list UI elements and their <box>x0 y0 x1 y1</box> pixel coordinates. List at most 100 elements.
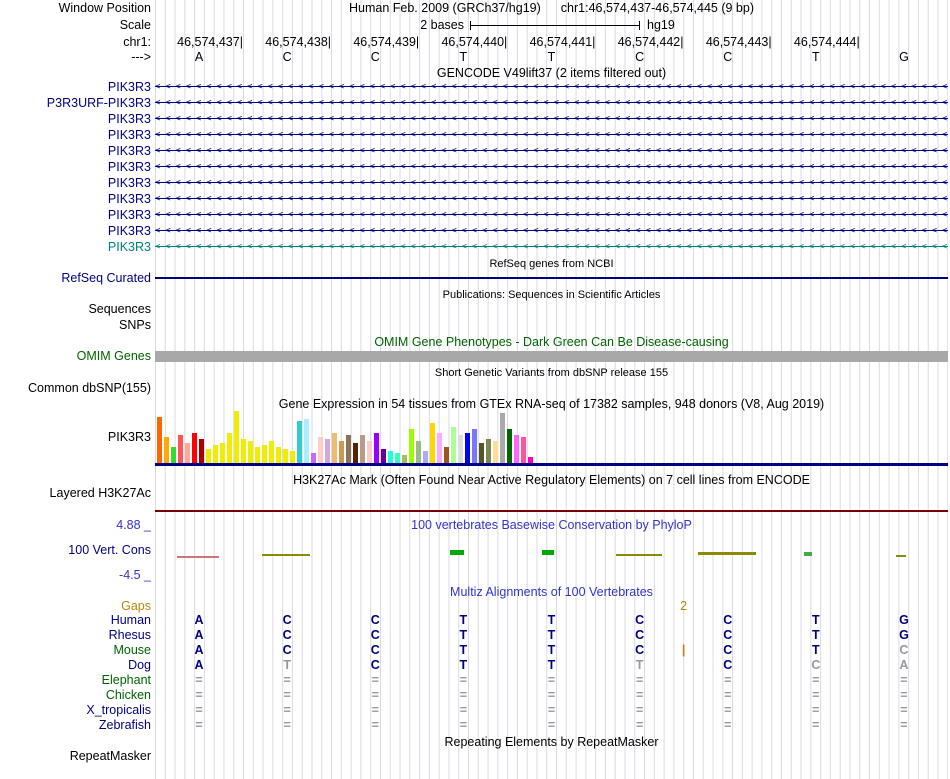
omim-title[interactable]: OMIM Gene Phenotypes - Dark Green Can Be… <box>155 335 948 349</box>
gtex-title[interactable]: Gene Expression in 54 tissues from GTEx … <box>155 397 948 411</box>
gtex-bar[interactable] <box>234 411 239 463</box>
gtex-bar[interactable] <box>528 457 533 463</box>
gtex-bar[interactable] <box>353 443 358 463</box>
gene-row-label[interactable]: PIK3R3 <box>0 224 151 238</box>
omim-genes-label[interactable]: OMIM Genes <box>0 349 151 363</box>
refseq-title[interactable]: RefSeq genes from NCBI <box>155 257 948 271</box>
gaps-label[interactable]: Gaps <box>0 599 151 613</box>
species-label[interactable]: Mouse <box>0 643 151 657</box>
gtex-bar[interactable] <box>437 433 442 463</box>
gtex-bar[interactable] <box>262 445 267 463</box>
gene-row-label[interactable]: PIK3R3 <box>0 176 151 190</box>
gene-row-label[interactable]: PIK3R3 <box>0 160 151 174</box>
gene-transcript[interactable]: <<<<<<<<<<<<<<<<<<<<<<<<<<<<<<<<<<<<<<<<… <box>155 96 948 110</box>
gtex-bar[interactable] <box>451 427 456 463</box>
gtex-bar[interactable] <box>248 441 253 463</box>
gtex-bar[interactable] <box>283 449 288 463</box>
gtex-bar[interactable] <box>367 441 372 463</box>
publications-title[interactable]: Publications: Sequences in Scientific Ar… <box>155 288 948 302</box>
omim-track-bar[interactable] <box>155 351 948 362</box>
refseq-track-line[interactable] <box>155 277 948 279</box>
gtex-bar[interactable] <box>255 447 260 463</box>
refseq-curated-label[interactable]: RefSeq Curated <box>0 271 151 285</box>
gtex-bar[interactable] <box>444 447 449 463</box>
gtex-bar[interactable] <box>304 419 309 463</box>
gtex-bar[interactable] <box>269 441 274 463</box>
gtex-bar[interactable] <box>325 439 330 463</box>
gtex-bar[interactable] <box>276 447 281 463</box>
gtex-bar[interactable] <box>227 433 232 463</box>
gtex-bar[interactable] <box>199 439 204 463</box>
gene-row-label[interactable]: PIK3R3 <box>0 144 151 158</box>
species-label[interactable]: Rhesus <box>0 628 151 642</box>
repeatmasker-label[interactable]: RepeatMasker <box>0 749 151 763</box>
gtex-bar[interactable] <box>206 449 211 463</box>
gtex-bar[interactable] <box>423 451 428 463</box>
gene-transcript[interactable]: <<<<<<<<<<<<<<<<<<<<<<<<<<<<<<<<<<<<<<<<… <box>155 176 948 190</box>
multiz-title[interactable]: Multiz Alignments of 100 Vertebrates <box>155 585 948 599</box>
gtex-bar[interactable] <box>220 443 225 463</box>
gtex-bar[interactable] <box>164 437 169 463</box>
gene-transcript[interactable]: <<<<<<<<<<<<<<<<<<<<<<<<<<<<<<<<<<<<<<<<… <box>155 160 948 174</box>
gtex-bar[interactable] <box>500 413 505 463</box>
gtex-bar[interactable] <box>493 441 498 463</box>
h3k27ac-track-line[interactable] <box>155 510 948 512</box>
gencode-title[interactable]: GENCODE V49lift37 (2 items filtered out) <box>155 66 948 80</box>
gene-transcript[interactable]: <<<<<<<<<<<<<<<<<<<<<<<<<<<<<<<<<<<<<<<<… <box>155 240 948 254</box>
gtex-bar[interactable] <box>185 443 190 463</box>
dbsnp-label[interactable]: Common dbSNP(155) <box>0 381 151 395</box>
gtex-bar[interactable] <box>171 447 176 463</box>
gtex-bar[interactable] <box>381 449 386 463</box>
gtex-bar[interactable] <box>507 429 512 463</box>
gtex-bar[interactable] <box>213 445 218 463</box>
gtex-bar[interactable] <box>465 433 470 463</box>
gtex-bar[interactable] <box>339 441 344 463</box>
sequences-label[interactable]: Sequences <box>0 302 151 316</box>
gtex-bar[interactable] <box>241 439 246 463</box>
species-label[interactable]: Human <box>0 613 151 627</box>
gtex-bar[interactable] <box>521 437 526 463</box>
gtex-bar[interactable] <box>472 429 477 463</box>
gtex-bar[interactable] <box>479 443 484 463</box>
vert-cons-label[interactable]: 100 Vert. Cons <box>0 543 151 557</box>
gtex-bar[interactable] <box>192 433 197 463</box>
gtex-bar[interactable] <box>311 453 316 463</box>
gtex-bar[interactable] <box>332 433 337 463</box>
gtex-bar[interactable] <box>157 417 162 463</box>
gtex-bar[interactable] <box>318 437 323 463</box>
gene-transcript[interactable]: <<<<<<<<<<<<<<<<<<<<<<<<<<<<<<<<<<<<<<<<… <box>155 144 948 158</box>
gene-row-label[interactable]: PIK3R3 <box>0 208 151 222</box>
gtex-bar[interactable] <box>514 435 519 463</box>
gene-row-label[interactable]: PIK3R3 <box>0 80 151 94</box>
repeatmasker-title[interactable]: Repeating Elements by RepeatMasker <box>155 735 948 749</box>
phylop-title[interactable]: 100 vertebrates Basewise Conservation by… <box>155 518 948 532</box>
species-label[interactable]: Dog <box>0 658 151 672</box>
gtex-bar[interactable] <box>395 453 400 463</box>
gtex-bar[interactable] <box>388 451 393 463</box>
gtex-bar[interactable] <box>346 435 351 463</box>
species-label[interactable]: Chicken <box>0 688 151 702</box>
species-label[interactable]: Elephant <box>0 673 151 687</box>
gene-row-label[interactable]: PIK3R3 <box>0 240 151 254</box>
dbsnp-title[interactable]: Short Genetic Variants from dbSNP releas… <box>155 366 948 380</box>
h3k27ac-label[interactable]: Layered H3K27Ac <box>0 486 151 500</box>
gtex-bar[interactable] <box>297 421 302 463</box>
gene-row-label[interactable]: PIK3R3 <box>0 112 151 126</box>
gtex-bar[interactable] <box>486 439 491 463</box>
gtex-bar[interactable] <box>430 423 435 463</box>
gtex-bar[interactable] <box>416 441 421 463</box>
gtex-bar[interactable] <box>409 429 414 463</box>
gtex-bar[interactable] <box>402 455 407 463</box>
gtex-bar[interactable] <box>374 433 379 463</box>
gtex-bar[interactable] <box>290 451 295 463</box>
gene-transcript[interactable]: <<<<<<<<<<<<<<<<<<<<<<<<<<<<<<<<<<<<<<<<… <box>155 80 948 94</box>
gene-row-label[interactable]: P3R3URF-PIK3R3 <box>0 96 151 110</box>
gtex-bar[interactable] <box>360 435 365 463</box>
gene-transcript[interactable]: <<<<<<<<<<<<<<<<<<<<<<<<<<<<<<<<<<<<<<<<… <box>155 224 948 238</box>
h3k27ac-title[interactable]: H3K27Ac Mark (Often Found Near Active Re… <box>155 473 948 487</box>
gene-transcript[interactable]: <<<<<<<<<<<<<<<<<<<<<<<<<<<<<<<<<<<<<<<<… <box>155 112 948 126</box>
gene-transcript[interactable]: <<<<<<<<<<<<<<<<<<<<<<<<<<<<<<<<<<<<<<<<… <box>155 208 948 222</box>
species-label[interactable]: Zebrafish <box>0 718 151 732</box>
gene-transcript[interactable]: <<<<<<<<<<<<<<<<<<<<<<<<<<<<<<<<<<<<<<<<… <box>155 128 948 142</box>
gene-row-label[interactable]: PIK3R3 <box>0 192 151 206</box>
